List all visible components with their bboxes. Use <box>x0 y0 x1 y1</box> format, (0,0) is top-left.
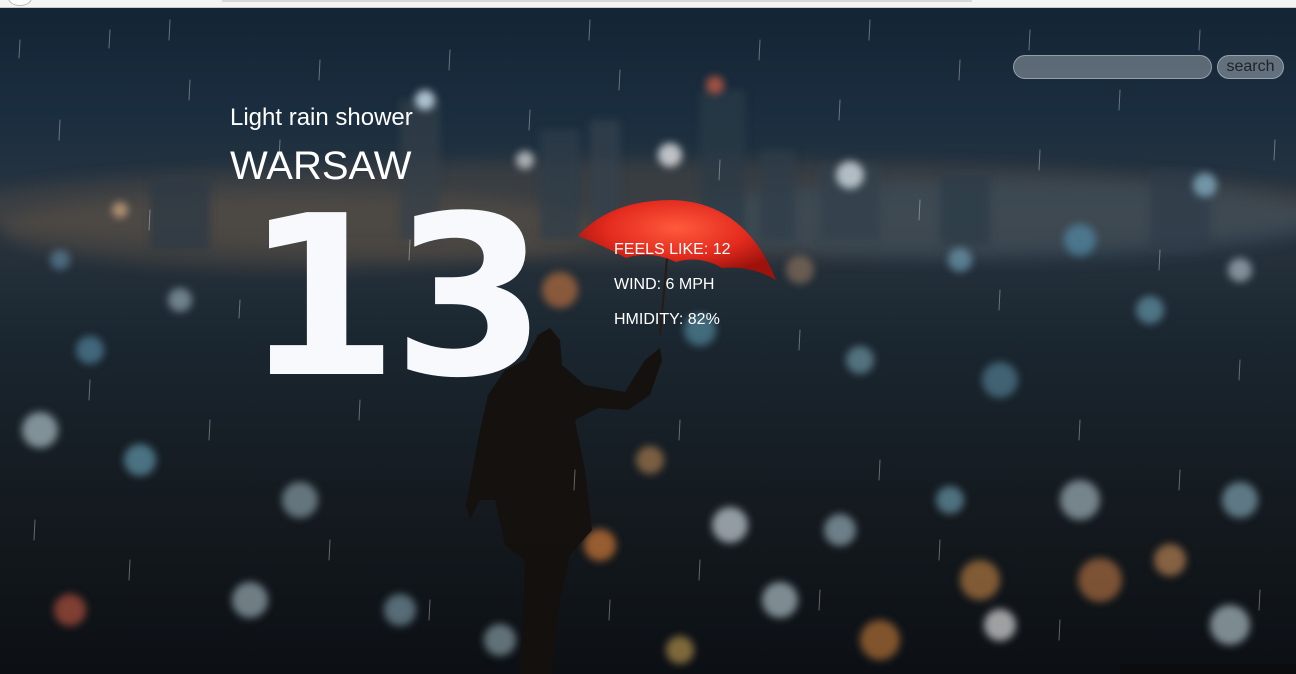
weather-details: FEELS LIKE: 12 WIND: 6 MPH HMIDITY: 82% <box>614 241 731 346</box>
address-bar-edge <box>222 0 972 2</box>
weather-app: search Light rain shower WARSAW 13 FEELS… <box>0 0 1296 674</box>
browser-button-icon <box>8 0 32 6</box>
temperature-value: 13 <box>244 169 547 427</box>
humidity-text: HMIDITY: 82% <box>614 311 720 328</box>
search-button[interactable]: search <box>1217 55 1284 79</box>
city-search-input[interactable] <box>1013 55 1212 79</box>
search-bar: search <box>1013 55 1284 79</box>
weather-condition: Light rain shower <box>230 104 413 131</box>
browser-top-edge <box>0 0 1296 8</box>
wind-text: WIND: 6 MPH <box>614 276 715 293</box>
feels-like-text: FEELS LIKE: 12 <box>614 241 731 258</box>
